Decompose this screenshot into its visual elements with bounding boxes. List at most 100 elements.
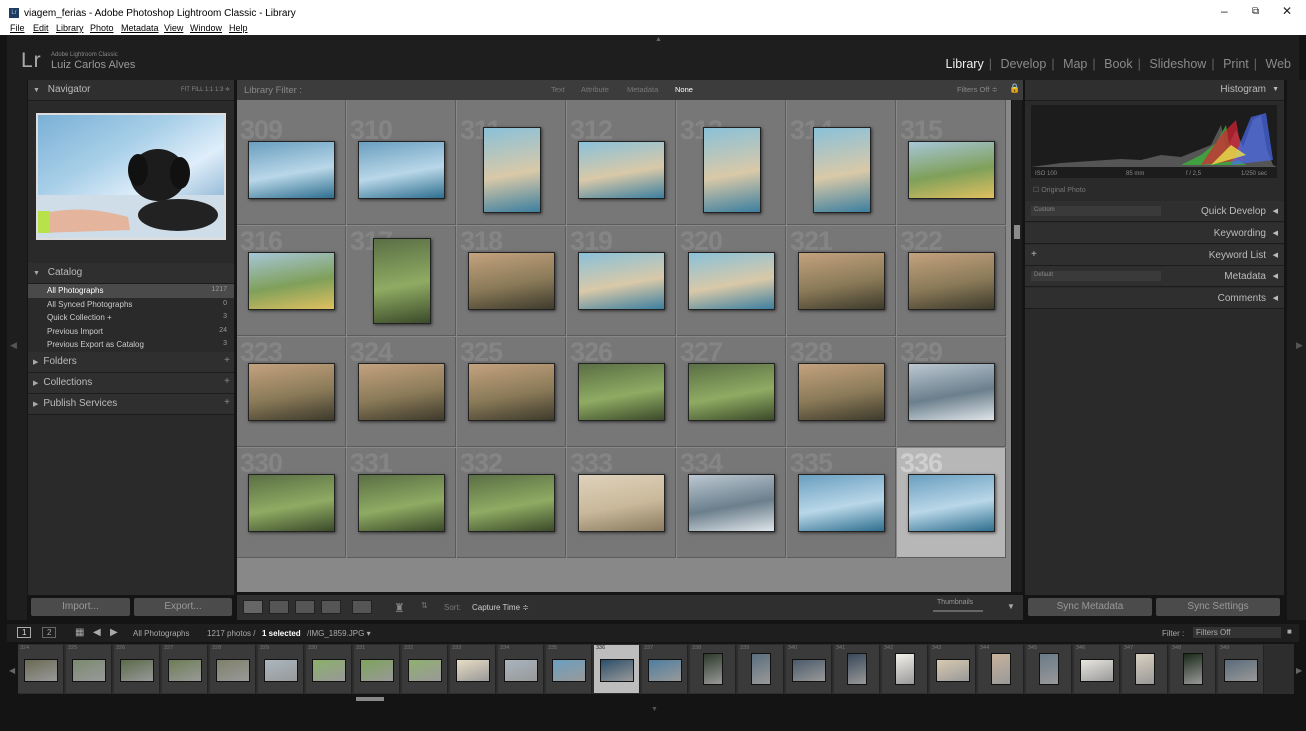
filmstrip-cell[interactable]: 348 (1170, 645, 1216, 693)
filmstrip-thumbnail[interactable] (1039, 653, 1059, 685)
grid-cell[interactable]: 323 (237, 337, 346, 447)
close-icon[interactable]: ✕ (1282, 4, 1292, 18)
photo-thumbnail[interactable] (578, 363, 665, 421)
filmstrip-cell[interactable]: 327 (162, 645, 208, 693)
menu-view[interactable]: View (164, 23, 183, 33)
survey-view-icon[interactable] (321, 600, 341, 614)
minimize-icon[interactable]: – (1221, 4, 1228, 18)
grid-cell[interactable]: 334 (677, 448, 786, 558)
filmstrip-thumbnail[interactable] (24, 659, 58, 682)
photo-thumbnail[interactable] (578, 141, 665, 199)
filmstrip-cell[interactable]: 349 (1218, 645, 1264, 693)
add-folder-icon[interactable]: + (224, 355, 230, 366)
forward-arrow-icon[interactable]: ▶ (110, 627, 118, 638)
filmstrip-cell[interactable]: 343 (930, 645, 976, 693)
menu-help[interactable]: Help (229, 23, 248, 33)
grid-cell[interactable]: 325 (457, 337, 566, 447)
photo-thumbnail[interactable] (358, 363, 445, 421)
grid-scrollbar-thumb[interactable] (1014, 225, 1020, 239)
filter-tab-none[interactable]: None (671, 85, 697, 94)
grid-cell[interactable]: 315 (897, 115, 1006, 225)
menu-edit[interactable]: Edit (33, 23, 49, 33)
filmstrip-cell[interactable]: 338 (690, 645, 736, 693)
module-print[interactable]: Print (1223, 57, 1249, 71)
grid-cell[interactable]: 324 (347, 337, 456, 447)
collapse-triangle-icon[interactable]: ◀ (1273, 251, 1278, 259)
grid-cell[interactable]: 319 (567, 226, 676, 336)
filmstrip-cell[interactable]: 326 (114, 645, 160, 693)
grid-cell[interactable]: 318 (457, 226, 566, 336)
filmstrip-thumbnail[interactable] (847, 653, 867, 685)
catalog-header[interactable]: ▼ Catalog (28, 263, 234, 284)
import-button[interactable]: Import... (31, 598, 130, 616)
photo-thumbnail[interactable] (688, 474, 775, 532)
histogram-header[interactable]: Histogram ▼ (1025, 80, 1284, 101)
module-web[interactable]: Web (1266, 57, 1291, 71)
grid-cell[interactable]: 313 (677, 115, 786, 225)
filters-preset[interactable]: Filters Off ≑ (957, 85, 998, 94)
filmstrip-right-arrow-icon[interactable]: ▶ (1296, 666, 1302, 675)
keyword-list-header[interactable]: + Keyword List ◀ (1025, 245, 1284, 266)
grid-cell[interactable]: 321 (787, 226, 896, 336)
navigator-header[interactable]: ▼ Navigator FIT FILL 1:1 1:3 ≑ (28, 80, 234, 101)
filmstrip-thumbnail[interactable] (216, 659, 250, 682)
original-photo-toggle[interactable]: ☐ Original Photo (1033, 186, 1086, 194)
module-map[interactable]: Map (1063, 57, 1087, 71)
keywording-header[interactable]: Keywording ◀ (1025, 223, 1284, 244)
filmstrip-cell[interactable]: 333 (450, 645, 496, 693)
grid-cell[interactable]: 322 (897, 226, 1006, 336)
photo-thumbnail[interactable] (798, 252, 885, 310)
collapse-triangle-icon[interactable]: ▼ (1272, 86, 1279, 93)
filmstrip-cell[interactable]: 324 (18, 645, 64, 693)
filmstrip-cell[interactable]: 331 (354, 645, 400, 693)
filmstrip-cell[interactable]: 335 (546, 645, 592, 693)
photo-thumbnail[interactable] (468, 252, 555, 310)
photo-thumbnail[interactable] (358, 474, 445, 532)
collapse-triangle-icon[interactable]: ▼ (33, 87, 40, 94)
filmstrip-thumbnail[interactable] (360, 659, 394, 682)
filmstrip-thumbnail[interactable] (120, 659, 154, 682)
left-arrow-icon[interactable]: ◀ (10, 340, 17, 351)
module-library[interactable]: Library (946, 57, 984, 71)
collections-header[interactable]: ▶ Collections + (28, 372, 234, 394)
filmstrip-thumbnail[interactable] (751, 653, 771, 685)
expand-triangle-icon[interactable]: ▶ (33, 380, 38, 387)
menu-photo[interactable]: Photo (90, 23, 114, 33)
grid-scrollbar[interactable] (1012, 100, 1022, 592)
grid-cell[interactable]: 327 (677, 337, 786, 447)
collapse-top-icon[interactable]: ▲ (655, 36, 662, 43)
filmstrip-cell[interactable]: 341 (834, 645, 880, 693)
grid-view-icon[interactable] (243, 600, 263, 614)
collapse-triangle-icon[interactable]: ▼ (33, 270, 40, 277)
metadata-header[interactable]: Default Metadata ◀ (1025, 266, 1284, 287)
expand-triangle-icon[interactable]: ▶ (33, 359, 38, 366)
people-view-icon[interactable] (352, 600, 372, 614)
filmstrip-cell[interactable]: 345 (1026, 645, 1072, 693)
filmstrip-source[interactable]: All Photographs (133, 629, 189, 638)
grid-cell[interactable]: 316 (237, 226, 346, 336)
collapse-triangle-icon[interactable]: ◀ (1273, 207, 1278, 215)
photo-thumbnail[interactable] (248, 363, 335, 421)
filmstrip-cell[interactable]: 342 (882, 645, 928, 693)
left-panel-toggle[interactable]: ◀ (7, 80, 27, 620)
photo-thumbnail[interactable] (373, 238, 431, 324)
back-arrow-icon[interactable]: ◀ (93, 627, 101, 638)
menu-metadata[interactable]: Metadata (121, 23, 159, 33)
collapse-bottom-icon[interactable]: ▼ (651, 706, 658, 713)
quick-develop-header[interactable]: Custom Quick Develop ◀ (1025, 201, 1284, 222)
filter-tab-text[interactable]: Text (547, 85, 569, 94)
filmstrip-scrollbar[interactable] (356, 697, 384, 701)
filmstrip-cell[interactable]: 346 (1074, 645, 1120, 693)
photo-thumbnail[interactable] (248, 252, 335, 310)
filmstrip-thumbnail[interactable] (792, 659, 826, 682)
sync-settings-button[interactable]: Sync Settings (1156, 598, 1280, 616)
filmstrip-thumbnail[interactable] (552, 659, 586, 682)
main-window-icon[interactable]: 1 (17, 627, 32, 638)
filmstrip-cell[interactable]: 332 (402, 645, 448, 693)
photo-thumbnail[interactable] (908, 363, 995, 421)
filmstrip-cell[interactable]: 336 (594, 645, 640, 693)
filmstrip-thumbnail[interactable] (504, 659, 538, 682)
photo-thumbnail[interactable] (358, 141, 445, 199)
module-develop[interactable]: Develop (1000, 57, 1046, 71)
grid-cell[interactable]: 330 (237, 448, 346, 558)
